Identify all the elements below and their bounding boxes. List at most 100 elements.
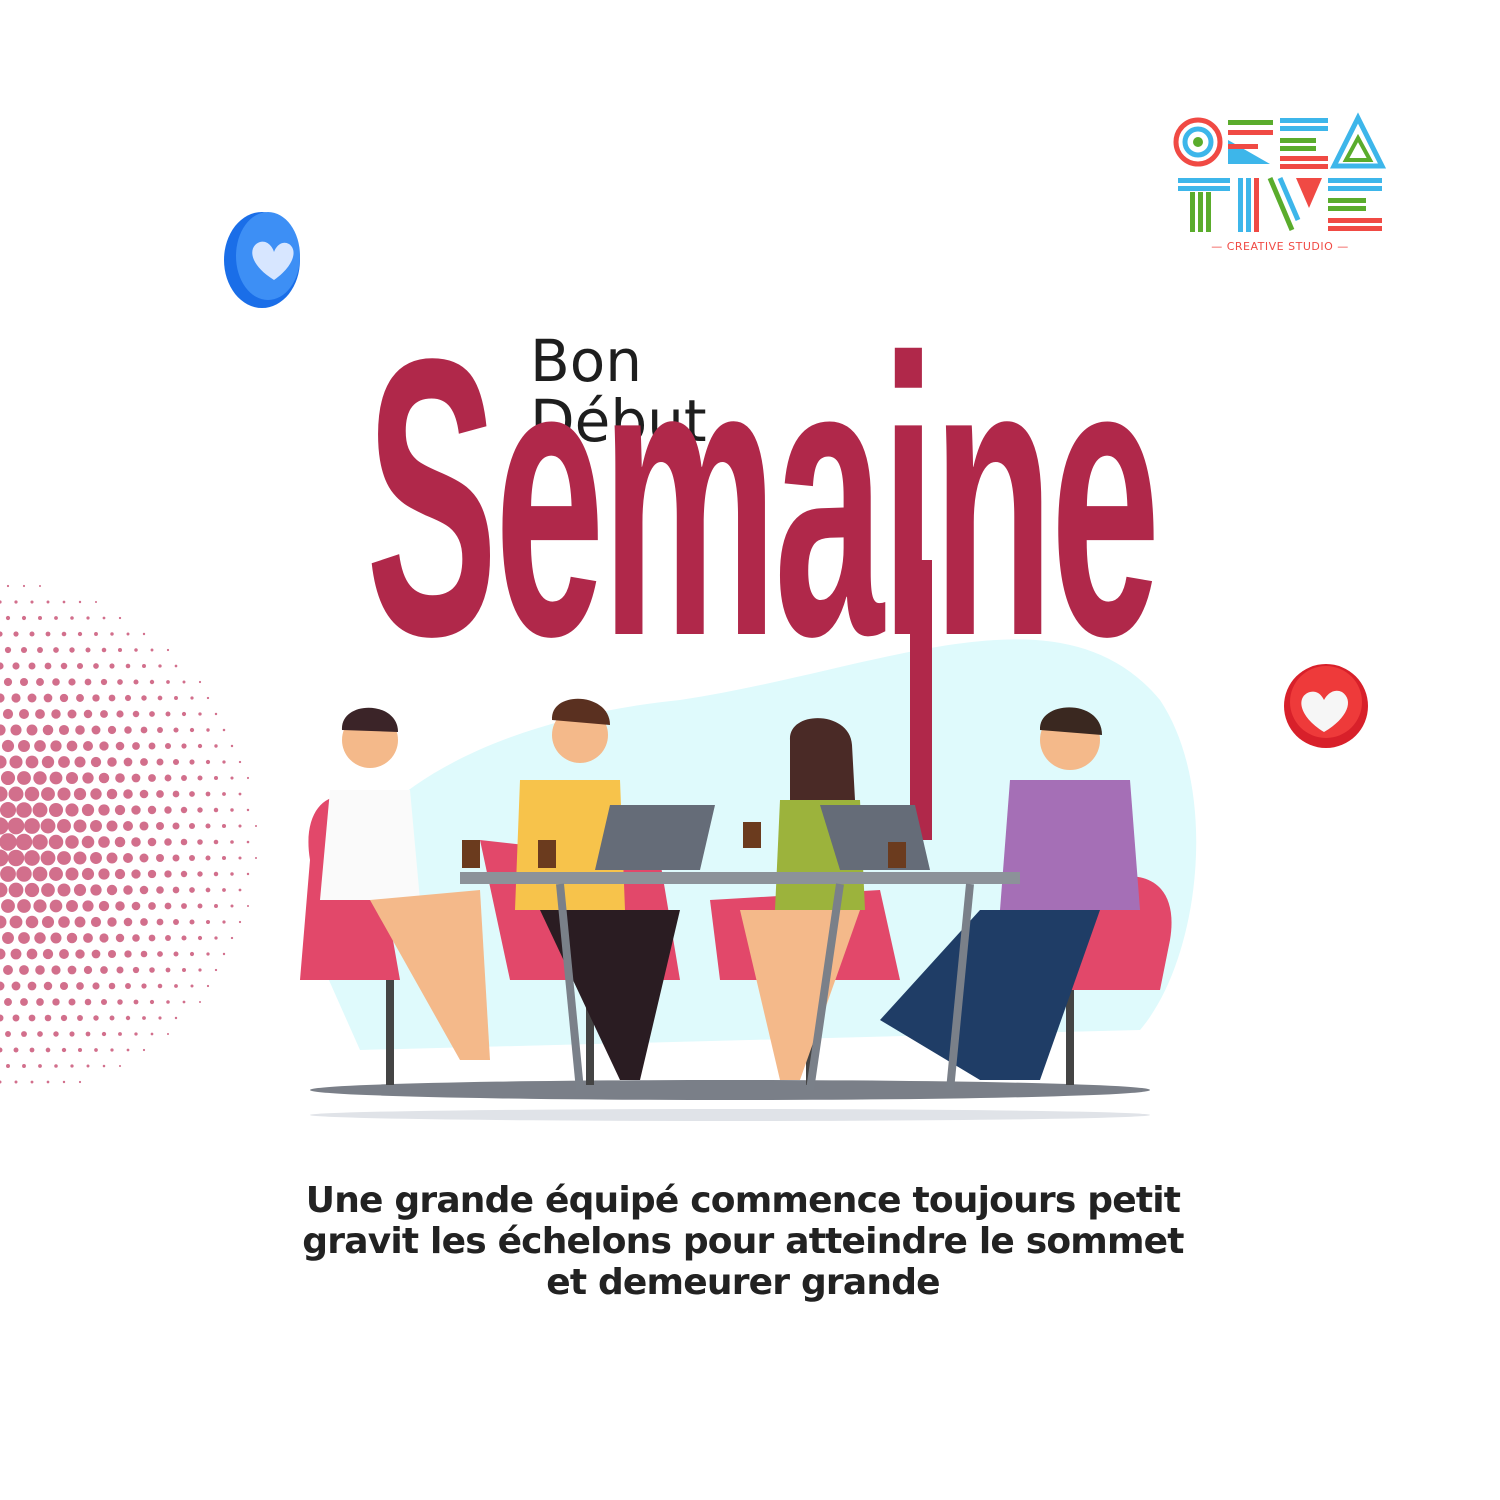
halftone-dot — [41, 755, 55, 769]
halftone-dot — [62, 1080, 66, 1084]
halftone-dot — [140, 918, 148, 926]
halftone-dot — [150, 648, 154, 652]
halftone-dot — [30, 1080, 34, 1084]
halftone-dot — [81, 835, 95, 849]
halftone-dot — [156, 790, 164, 798]
halftone-dot — [33, 771, 47, 785]
halftone-dot — [213, 807, 219, 813]
halftone-dot — [117, 679, 123, 685]
halftone-dot — [53, 1031, 59, 1037]
halftone-dot — [126, 1048, 130, 1052]
halftone-dot — [147, 837, 157, 847]
halftone-dot — [148, 742, 156, 750]
halftone-dot — [108, 694, 116, 702]
halftone-dot — [230, 936, 234, 940]
halftone-dot — [157, 983, 163, 989]
halftone-dot — [0, 882, 8, 898]
halftone-dot — [197, 935, 203, 941]
caption: Une grande équipé commence toujours peti… — [250, 1180, 1236, 1303]
halftone-dot — [238, 760, 242, 764]
halftone-dot — [238, 824, 242, 828]
halftone-dot — [180, 870, 188, 878]
red-heart-icon — [1284, 664, 1368, 748]
halftone-dot — [147, 805, 157, 815]
halftone-dot — [27, 693, 37, 703]
halftone-dot — [149, 711, 155, 717]
halftone-dot — [74, 916, 86, 928]
halftone-dot — [205, 791, 211, 797]
halftone-dot — [18, 932, 30, 944]
halftone-dot — [172, 854, 180, 862]
halftone-dot — [98, 836, 110, 848]
halftone-dot — [131, 837, 141, 847]
halftone-dot — [107, 757, 117, 767]
halftone-dot — [1, 739, 15, 753]
halftone-dot — [77, 1015, 83, 1021]
halftone-dot — [198, 1000, 202, 1004]
halftone-dot — [131, 869, 141, 879]
halftone-dot — [108, 982, 116, 990]
halftone-dot — [46, 1080, 50, 1084]
halftone-dot — [213, 775, 219, 781]
halftone-dot — [118, 1064, 122, 1068]
halftone-dot — [26, 948, 38, 960]
halftone-dot — [117, 647, 123, 653]
halftone-dot — [172, 790, 180, 798]
halftone-dot — [43, 981, 53, 991]
halftone-dot — [34, 740, 46, 752]
halftone-dot — [123, 853, 133, 863]
halftone-dot — [35, 709, 45, 719]
halftone-dot — [10, 724, 22, 736]
halftone-dot — [15, 833, 33, 851]
halftone-dot — [164, 902, 172, 910]
halftone-dot — [68, 678, 76, 686]
halftone-dot — [205, 823, 211, 829]
halftone-dot — [51, 709, 61, 719]
halftone-dot — [189, 727, 195, 733]
halftone-dot — [140, 726, 148, 734]
halftone-dot — [206, 696, 210, 700]
halftone-dot — [17, 771, 31, 785]
halftone-dot — [164, 742, 172, 750]
halftone-dot — [99, 933, 109, 943]
halftone-dot — [156, 918, 164, 926]
halftone-dot — [52, 998, 60, 1006]
halftone-dot — [0, 981, 5, 991]
halftone-dot — [157, 695, 163, 701]
halftone-dot — [165, 935, 171, 941]
halftone-dot — [115, 741, 125, 751]
halftone-dot — [132, 742, 140, 750]
halftone-dot — [254, 824, 258, 828]
halftone-dot — [110, 632, 114, 636]
halftone-dot — [133, 999, 139, 1005]
halftone-dot — [76, 982, 84, 990]
halftone-dot — [205, 919, 211, 925]
halftone-dot — [189, 887, 195, 893]
halftone-dot — [131, 805, 141, 815]
halftone-dot — [0, 662, 4, 670]
halftone-dot — [66, 740, 78, 752]
halftone-dot — [148, 934, 156, 942]
halftone-dot — [86, 616, 90, 620]
halftone-dot — [214, 712, 218, 716]
halftone-dot — [24, 882, 40, 898]
halftone-dot — [238, 856, 242, 860]
halftone-dot — [58, 916, 70, 928]
halftone-dot — [85, 647, 91, 653]
halftone-dot — [172, 758, 180, 766]
halftone-dot — [27, 981, 37, 991]
halftone-dot — [58, 756, 70, 768]
halftone-dot — [66, 932, 78, 944]
halftone-dot — [125, 1015, 131, 1021]
halftone-dot — [139, 853, 149, 863]
halftone-dot — [246, 872, 250, 876]
halftone-dot — [190, 984, 194, 988]
halftone-dot — [67, 709, 77, 719]
halftone-dot — [230, 872, 234, 876]
halftone-dot — [181, 743, 187, 749]
halftone-dot — [147, 869, 157, 879]
halftone-dot — [12, 662, 20, 670]
creative-studio-logo — [1173, 112, 1387, 232]
halftone-dot — [0, 786, 8, 802]
halftone-dot — [20, 646, 28, 654]
